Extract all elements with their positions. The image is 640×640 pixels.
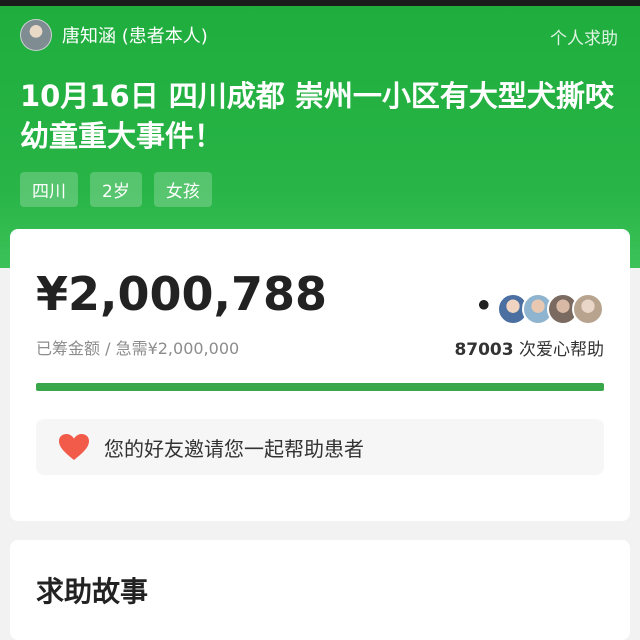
invite-banner[interactable]: 您的好友邀请您一起帮助患者 [36, 419, 604, 475]
tag-gender: 女孩 [153, 172, 212, 207]
heart-icon [59, 434, 89, 460]
user-row[interactable]: 唐知涵 (患者本人) [20, 19, 208, 51]
supporter-count-number: 87003 [454, 340, 514, 360]
progress-bar [36, 383, 604, 391]
tag-age: 2岁 [90, 172, 142, 207]
user-name[interactable]: 唐知涵 (患者本人) [62, 22, 208, 48]
invite-text: 您的好友邀请您一起帮助患者 [104, 436, 364, 461]
personal-help-link[interactable]: 个人求助 [550, 24, 618, 49]
tag-list: 四川 2岁 女孩 [20, 172, 212, 207]
campaign-title: 10月16日 四川成都 崇州一小区有大型犬撕咬幼童重大事件！ [20, 79, 614, 153]
tag-location: 四川 [20, 172, 78, 207]
raised-label: 已筹金额 / 急需¥2,000,000 [36, 339, 240, 358]
donor-avatars[interactable] [472, 293, 604, 325]
supporter-count-suffix: 次爱心帮助 [513, 340, 604, 360]
supporter-count[interactable]: 87003 次爱心帮助 [454, 335, 604, 360]
progress-bar-fill [36, 383, 604, 391]
avatar[interactable] [20, 19, 52, 51]
donor-avatar-icon [572, 293, 604, 325]
raised-amount: ¥2,000,788 [36, 267, 328, 321]
story-title: 求助故事 [36, 575, 149, 608]
story-card: 求助故事 [10, 540, 630, 640]
fundraising-card: ¥2,000,788 已筹金额 / 急需¥2,000,000 87003 次爱心… [10, 229, 630, 521]
